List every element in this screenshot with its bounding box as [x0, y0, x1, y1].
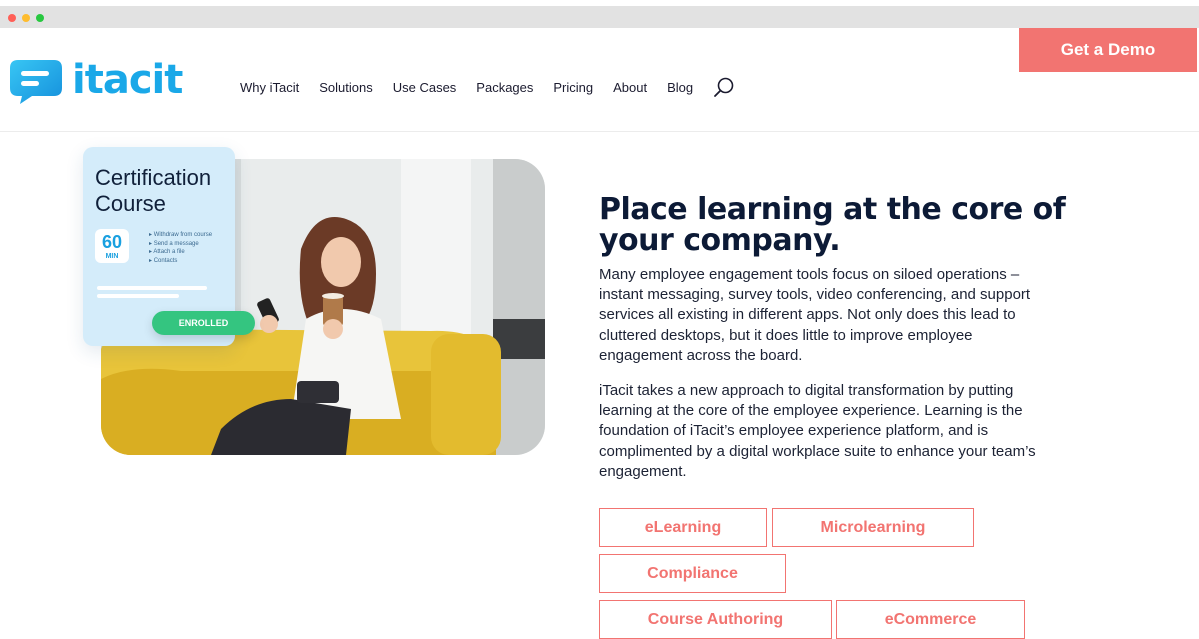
tag-elearning[interactable]: eLearning — [599, 508, 767, 547]
chat-bubble-logo-icon — [10, 56, 62, 104]
logo[interactable]: itacit — [10, 56, 183, 104]
duration-badge: 60 MIN — [95, 229, 129, 263]
course-action-item: ▸ Attach a file — [149, 249, 185, 255]
course-action-item: ▸ Send a message — [149, 240, 199, 247]
nav-use-cases[interactable]: Use Cases — [393, 80, 457, 95]
nav-blog[interactable]: Blog — [667, 80, 693, 95]
logo-wordmark: itacit — [72, 57, 183, 103]
get-a-demo-button[interactable]: Get a Demo — [1019, 28, 1197, 72]
maximize-window-button[interactable] — [36, 14, 44, 22]
duration-unit: MIN — [105, 253, 119, 260]
tag-course-authoring[interactable]: Course Authoring — [599, 600, 832, 639]
intro-paragraph: Many employee engagement tools focus on … — [599, 266, 1031, 364]
nav-pricing[interactable]: Pricing — [553, 80, 593, 95]
nav-packages[interactable]: Packages — [476, 80, 533, 95]
duration-number: 60 — [101, 232, 123, 252]
course-action-item: ▸ Withdraw from course — [149, 232, 213, 238]
main-nav: Why iTacit Solutions Use Cases Packages … — [240, 76, 735, 98]
progress-line — [97, 286, 207, 290]
search-icon[interactable] — [713, 76, 735, 98]
tag-compliance[interactable]: Compliance — [599, 554, 786, 593]
browser-title-bar — [0, 6, 1199, 28]
minimize-window-button[interactable] — [22, 14, 30, 22]
enrolled-badge: ENROLLED — [152, 311, 255, 335]
course-action-item: ▸ Contacts — [149, 257, 178, 264]
tag-ecommerce[interactable]: eCommerce — [836, 600, 1025, 639]
tag-microlearning[interactable]: Microlearning — [772, 508, 974, 547]
close-window-button[interactable] — [8, 14, 16, 22]
page-headline: Place learning at the core of your compa… — [599, 192, 1066, 258]
nav-solutions[interactable]: Solutions — [319, 80, 372, 95]
progress-line — [97, 294, 179, 298]
nav-about[interactable]: About — [613, 80, 647, 95]
nav-why-itacit[interactable]: Why iTacit — [240, 80, 299, 95]
course-card-title: Certification Course — [95, 165, 212, 216]
course-action-list: ▸ Withdraw from course ▸ Send a message … — [149, 231, 212, 265]
approach-paragraph: iTacit takes a new approach to digital t… — [599, 382, 1036, 480]
